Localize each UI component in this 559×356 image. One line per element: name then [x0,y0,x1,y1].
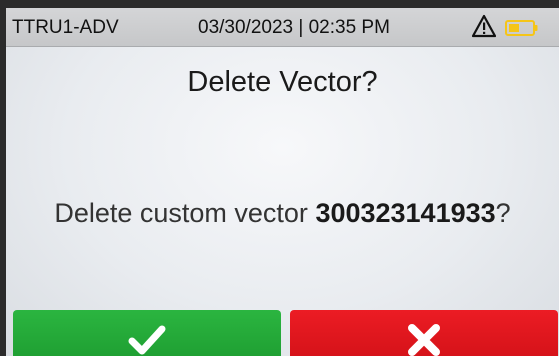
message-suffix: ? [495,198,511,228]
device-frame: TTRU1-ADV 03/30/2023 | 02:35 PM Delete V… [0,0,559,356]
status-bar: TTRU1-ADV 03/30/2023 | 02:35 PM [6,8,559,47]
confirm-button[interactable] [13,310,281,356]
close-x-icon [408,324,440,356]
vector-id: 300323141933 [315,198,496,228]
message-prefix: Delete custom vector [54,198,316,228]
dialog-message: Delete custom vector 300323141933? [6,198,559,229]
battery-icon [505,20,538,36]
dialog-title: Delete Vector? [187,66,378,98]
checkmark-icon [128,325,166,355]
screen: TTRU1-ADV 03/30/2023 | 02:35 PM Delete V… [6,8,559,356]
warning-icon [472,14,496,38]
device-id: TTRU1-ADV [12,17,119,38]
date-time: 03/30/2023 | 02:35 PM [198,17,390,38]
cancel-button[interactable] [290,310,558,356]
